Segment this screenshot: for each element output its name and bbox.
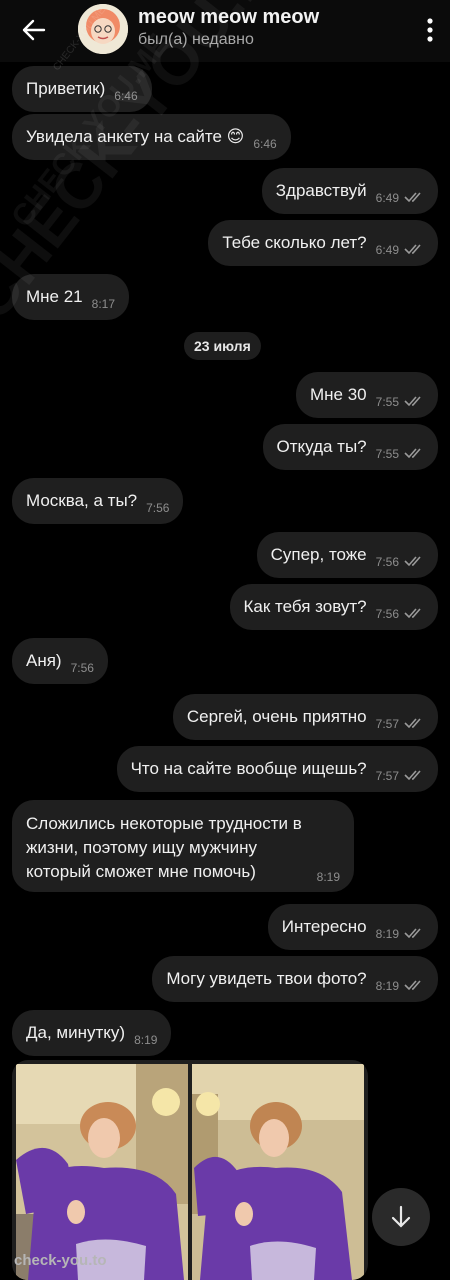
double-check-icon: [404, 608, 421, 619]
message-incoming[interactable]: Аня) 7:56: [12, 638, 108, 684]
message-text: Могу увидеть твои фото?: [166, 969, 367, 988]
double-check-icon: [404, 718, 421, 729]
message-incoming[interactable]: Сложились некоторые трудности в жизни, п…: [12, 800, 354, 892]
message-text: Аня): [26, 651, 62, 670]
double-check-icon: [404, 244, 421, 255]
message-outgoing[interactable]: Интересно 8:19: [267, 904, 438, 950]
message-text: Москва, а ты?: [26, 491, 138, 510]
message-time: 8:17: [91, 297, 115, 311]
message-time: 6:46: [253, 137, 277, 151]
message-outgoing[interactable]: Здравствуй 6:49: [261, 168, 438, 214]
double-check-icon: [404, 448, 421, 459]
message-text: Здравствуй: [275, 181, 367, 200]
message-incoming[interactable]: Да, минутку) 8:19: [12, 1010, 172, 1056]
message-incoming[interactable]: Приветик) 6:46: [12, 66, 152, 112]
message-text: Увидела анкету на сайте 😊: [26, 127, 245, 146]
message-text: Мне 30: [310, 385, 367, 404]
photo-thumbnail[interactable]: [192, 1064, 364, 1280]
message-outgoing[interactable]: Как тебя зовут? 7:56: [229, 584, 438, 630]
message-time: 8:19: [316, 870, 340, 884]
message-text: Сложились некоторые трудности в жизни, п…: [26, 814, 302, 881]
message-text: Да, минутку): [26, 1023, 126, 1042]
message-time: 7:55: [375, 447, 399, 461]
arrow-down-icon: [391, 1205, 411, 1228]
double-check-icon: [404, 770, 421, 781]
more-vertical-icon[interactable]: [424, 16, 436, 44]
message-time: 7:56: [146, 501, 170, 515]
message-time: 6:49: [375, 243, 399, 257]
chat-title[interactable]: meow meow meow: [138, 6, 319, 29]
message-time: 7:55: [375, 395, 399, 409]
message-text: Сергей, очень приятно: [186, 707, 367, 726]
message-text: Интересно: [281, 917, 367, 936]
message-time: 7:57: [375, 717, 399, 731]
message-time: 7:56: [70, 661, 94, 675]
double-check-icon: [404, 556, 421, 567]
message-text: Мне 21: [26, 287, 83, 306]
message-time: 7:56: [375, 607, 399, 621]
message-time: 7:57: [375, 769, 399, 783]
date-separator: 23 июля: [184, 332, 261, 360]
message-text: Приветик): [26, 79, 106, 98]
message-text: Что на сайте вообще ищешь?: [130, 759, 367, 778]
message-incoming[interactable]: Мне 21 8:17: [12, 274, 129, 320]
message-time: 8:19: [375, 979, 399, 993]
double-check-icon: [404, 980, 421, 991]
message-outgoing[interactable]: Мне 30 7:55: [296, 372, 438, 418]
photo-thumbnail[interactable]: [16, 1064, 188, 1280]
photo-album[interactable]: [12, 1060, 368, 1280]
message-text: Тебе сколько лет?: [222, 233, 367, 252]
message-outgoing[interactable]: Могу увидеть твои фото? 8:19: [152, 956, 438, 1002]
message-time: 6:46: [114, 89, 138, 103]
double-check-icon: [404, 192, 421, 203]
double-check-icon: [404, 928, 421, 939]
message-outgoing[interactable]: Что на сайте вообще ищешь? 7:57: [116, 746, 438, 792]
message-outgoing[interactable]: Откуда ты? 7:55: [262, 424, 438, 470]
message-text: Откуда ты?: [276, 437, 367, 456]
message-time: 7:56: [375, 555, 399, 569]
message-incoming[interactable]: Увидела анкету на сайте 😊 6:46: [12, 114, 291, 160]
message-text: Как тебя зовут?: [243, 597, 367, 616]
message-outgoing[interactable]: Тебе сколько лет? 6:49: [208, 220, 438, 266]
double-check-icon: [404, 396, 421, 407]
message-time: 8:19: [134, 1033, 158, 1047]
scroll-down-button[interactable]: [372, 1188, 430, 1246]
message-time: 6:49: [375, 191, 399, 205]
last-seen-status: был(а) недавно: [138, 31, 254, 48]
arrow-left-icon[interactable]: [14, 12, 54, 48]
message-time: 8:19: [375, 927, 399, 941]
message-outgoing[interactable]: Супер, тоже 7:56: [256, 532, 438, 578]
message-outgoing[interactable]: Сергей, очень приятно 7:57: [172, 694, 438, 740]
watermark: check-you.to: [14, 1252, 107, 1269]
message-text: Супер, тоже: [270, 545, 367, 564]
message-incoming[interactable]: Москва, а ты? 7:56: [12, 478, 184, 524]
chat-area: Приветик) 6:46 Увидела анкету на сайте 😊…: [0, 0, 450, 1280]
